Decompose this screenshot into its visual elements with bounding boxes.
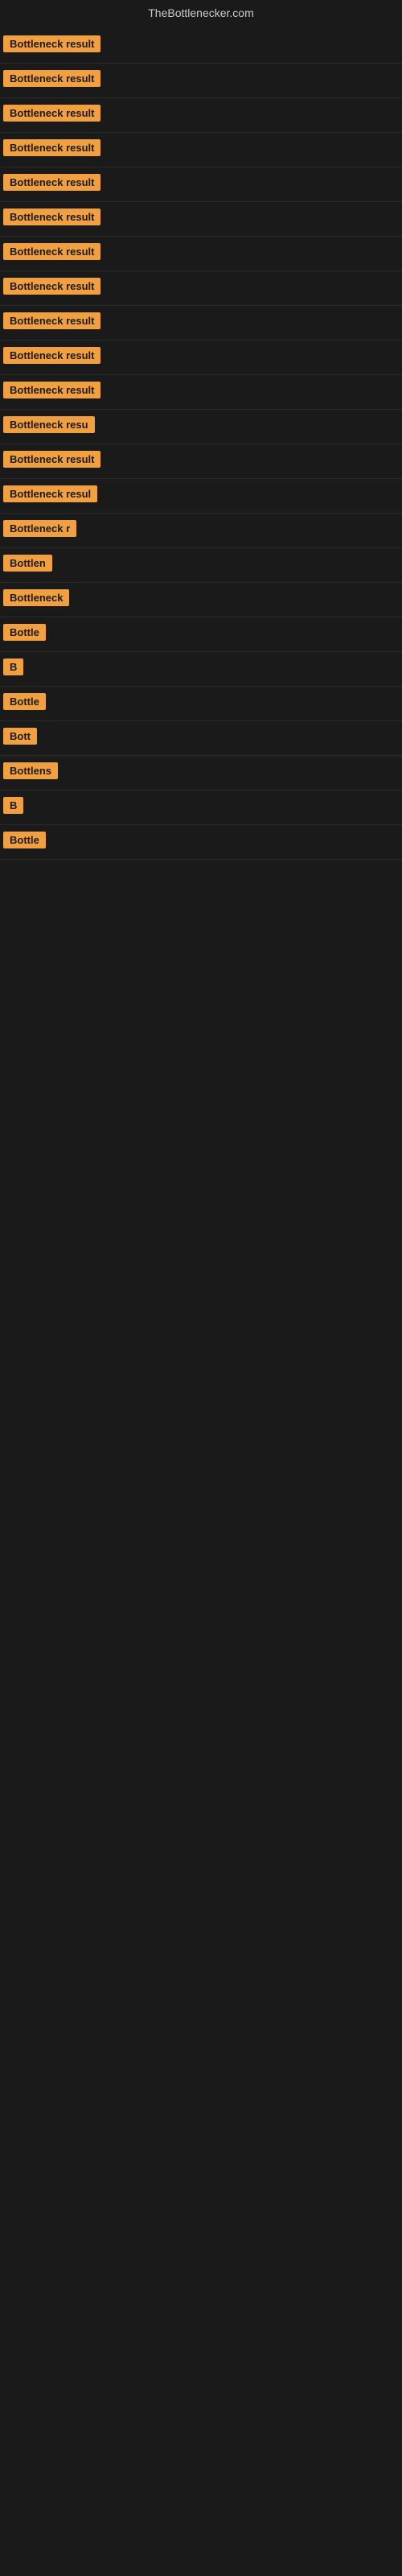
- table-row: Bottleneck result: [0, 64, 402, 98]
- bottleneck-result-label[interactable]: Bottlen: [3, 555, 52, 572]
- table-row: B: [0, 652, 402, 687]
- bottleneck-result-label[interactable]: Bottlens: [3, 762, 58, 779]
- bottleneck-result-label[interactable]: Bottleneck result: [3, 208, 100, 225]
- bottleneck-result-label[interactable]: Bottleneck result: [3, 451, 100, 468]
- table-row: Bott: [0, 721, 402, 756]
- table-row: Bottleneck result: [0, 29, 402, 64]
- table-row: Bottleneck result: [0, 271, 402, 306]
- bottleneck-result-label[interactable]: B: [3, 658, 23, 675]
- page-container: TheBottlenecker.com Bottleneck resultBot…: [0, 0, 402, 860]
- bottleneck-result-label[interactable]: Bottleneck result: [3, 243, 100, 260]
- table-row: Bottleneck result: [0, 306, 402, 341]
- site-title: TheBottlenecker.com: [0, 0, 402, 29]
- table-row: Bottleneck result: [0, 133, 402, 167]
- bottleneck-result-label[interactable]: Bottleneck result: [3, 35, 100, 52]
- bottleneck-result-label[interactable]: Bottleneck result: [3, 174, 100, 191]
- table-row: Bottleneck result: [0, 167, 402, 202]
- table-row: Bottle: [0, 687, 402, 721]
- table-row: Bottleneck result: [0, 375, 402, 410]
- bottleneck-result-label[interactable]: Bottleneck: [3, 589, 69, 606]
- table-row: B: [0, 791, 402, 825]
- table-row: Bottle: [0, 825, 402, 860]
- bottleneck-result-label[interactable]: Bottleneck r: [3, 520, 76, 537]
- bottleneck-result-label[interactable]: Bottle: [3, 624, 46, 641]
- bottleneck-result-label[interactable]: Bottleneck result: [3, 347, 100, 364]
- table-row: Bottleneck resul: [0, 479, 402, 514]
- rows-container: Bottleneck result Bottleneck result Bottle…: [0, 29, 402, 860]
- table-row: Bottleneck r: [0, 514, 402, 548]
- table-row: Bottlens: [0, 756, 402, 791]
- bottleneck-result-label[interactable]: Bottleneck result: [3, 70, 100, 87]
- table-row: Bottleneck result: [0, 98, 402, 133]
- bottleneck-result-label[interactable]: Bottleneck resul: [3, 485, 97, 502]
- table-row: Bottleneck result: [0, 202, 402, 237]
- bottleneck-result-label[interactable]: Bottleneck result: [3, 382, 100, 398]
- table-row: Bottleneck result: [0, 341, 402, 375]
- bottleneck-result-label[interactable]: Bottleneck result: [3, 139, 100, 156]
- bottleneck-result-label[interactable]: Bottle: [3, 693, 46, 710]
- table-row: Bottle: [0, 617, 402, 652]
- bottleneck-result-label[interactable]: Bottleneck result: [3, 312, 100, 329]
- bottleneck-result-label[interactable]: Bottleneck result: [3, 278, 100, 295]
- table-row: Bottlen: [0, 548, 402, 583]
- bottleneck-result-label[interactable]: Bott: [3, 728, 37, 745]
- table-row: Bottleneck result: [0, 444, 402, 479]
- table-row: Bottleneck result: [0, 237, 402, 271]
- table-row: Bottleneck: [0, 583, 402, 617]
- table-row: Bottleneck resu: [0, 410, 402, 444]
- bottleneck-result-label[interactable]: B: [3, 797, 23, 814]
- bottleneck-result-label[interactable]: Bottleneck resu: [3, 416, 95, 433]
- bottleneck-result-label[interactable]: Bottleneck result: [3, 105, 100, 122]
- bottleneck-result-label[interactable]: Bottle: [3, 832, 46, 848]
